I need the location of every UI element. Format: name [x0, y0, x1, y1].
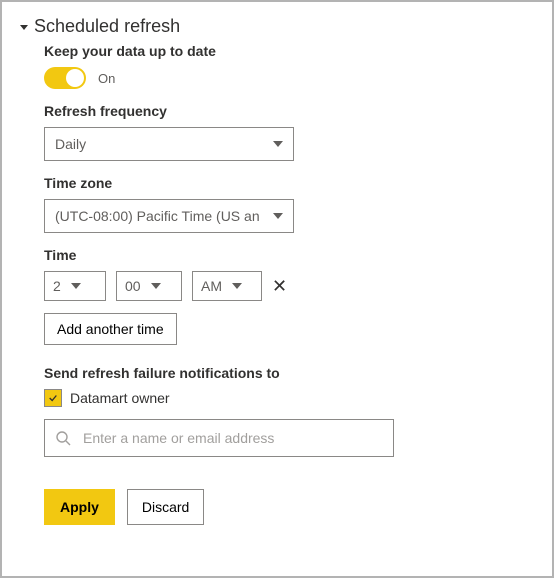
scheduled-refresh-panel: Scheduled refresh Keep your data up to d… [0, 0, 554, 578]
caret-down-icon [20, 25, 28, 30]
remove-time-button[interactable]: ✕ [272, 276, 287, 297]
refresh-frequency-label: Refresh frequency [44, 103, 534, 119]
keep-up-to-date-label: Keep your data up to date [44, 43, 534, 59]
time-label: Time [44, 247, 534, 263]
apply-button[interactable]: Apply [44, 489, 115, 525]
time-hour-select[interactable]: 2 [44, 271, 106, 301]
timezone-select[interactable]: (UTC-08:00) Pacific Time (US an [44, 199, 294, 233]
chevron-down-icon [273, 141, 283, 147]
toggle-knob [66, 69, 84, 87]
time-minute-select[interactable]: 00 [116, 271, 182, 301]
keep-up-to-date-toggle[interactable] [44, 67, 86, 89]
chevron-down-icon [151, 283, 161, 289]
search-icon [55, 430, 71, 446]
notifications-label: Send refresh failure notifications to [44, 365, 534, 381]
chevron-down-icon [273, 213, 283, 219]
section-title: Scheduled refresh [34, 16, 180, 37]
notification-email-input[interactable] [81, 429, 383, 447]
time-minute-value: 00 [125, 278, 141, 294]
time-hour-value: 2 [53, 278, 61, 294]
toggle-status-label: On [98, 71, 115, 86]
chevron-down-icon [232, 283, 242, 289]
refresh-frequency-value: Daily [55, 136, 86, 152]
time-ampm-select[interactable]: AM [192, 271, 262, 301]
check-icon [48, 393, 58, 403]
notification-email-field[interactable] [44, 419, 394, 457]
add-another-time-button[interactable]: Add another time [44, 313, 177, 345]
datamart-owner-label: Datamart owner [70, 390, 170, 406]
time-ampm-value: AM [201, 278, 222, 294]
datamart-owner-checkbox[interactable] [44, 389, 62, 407]
timezone-label: Time zone [44, 175, 534, 191]
timezone-value: (UTC-08:00) Pacific Time (US an [55, 208, 260, 224]
section-header[interactable]: Scheduled refresh [20, 16, 534, 37]
refresh-frequency-select[interactable]: Daily [44, 127, 294, 161]
discard-button[interactable]: Discard [127, 489, 204, 525]
chevron-down-icon [71, 283, 81, 289]
